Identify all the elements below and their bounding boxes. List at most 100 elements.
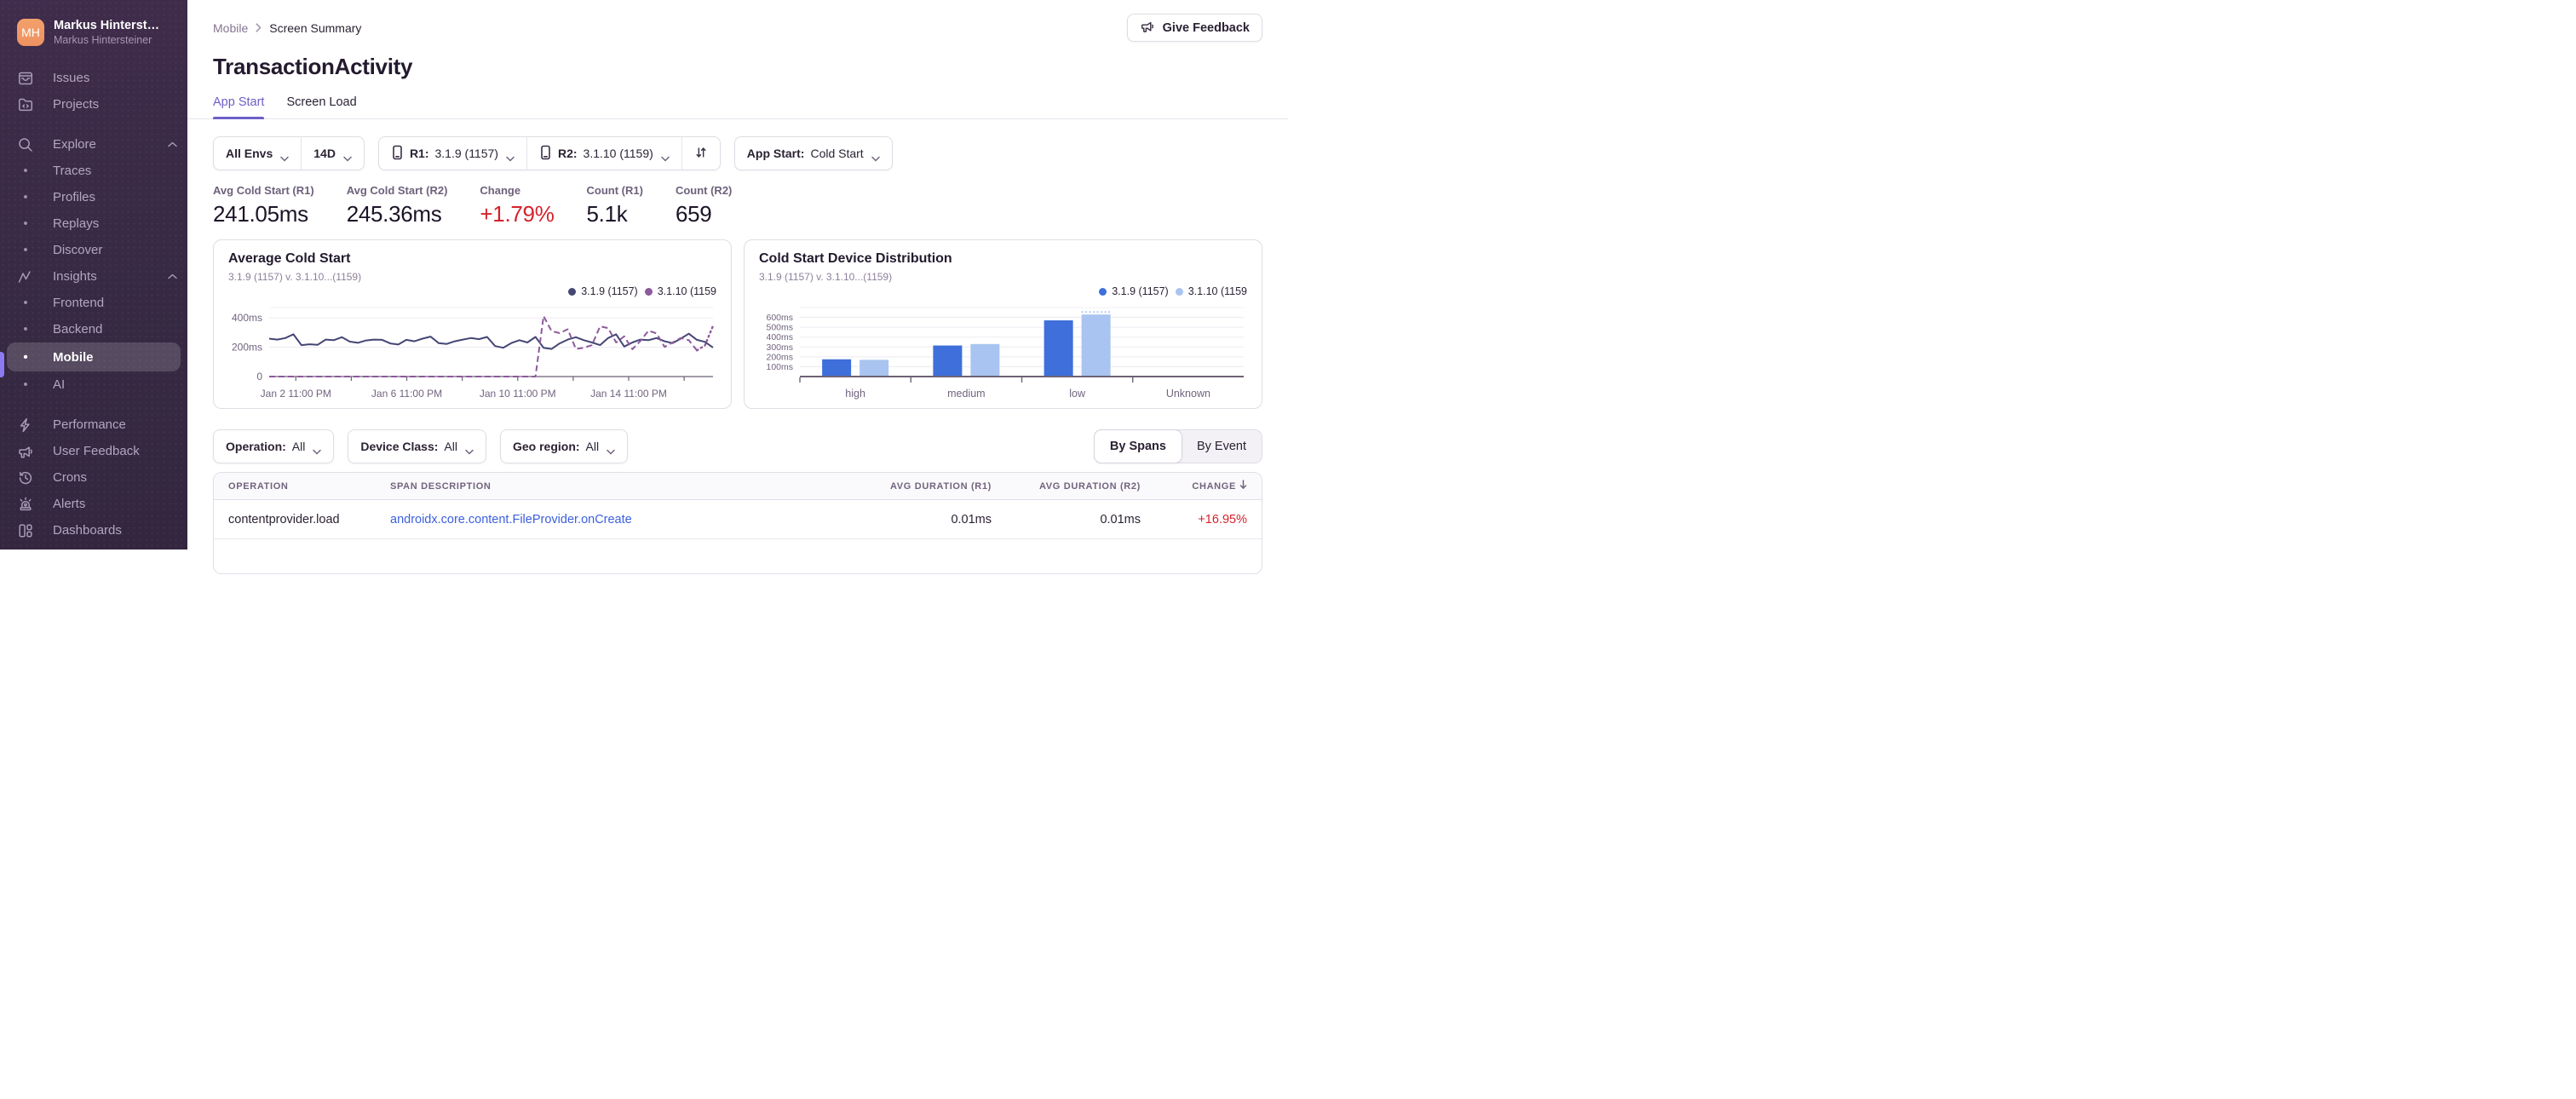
- operation-prefix: Operation:: [226, 440, 286, 453]
- sidebar-item-label: Projects: [53, 97, 100, 112]
- releases-icon: [17, 549, 34, 550]
- environment-filter-label: All Envs: [226, 147, 273, 160]
- cell-change: +16.95%: [1198, 512, 1247, 526]
- legend-dot: [1175, 287, 1183, 296]
- span-filter-bar: Operation: All Device Class: All Geo reg…: [213, 429, 1262, 463]
- sidebar-item-label: Alerts: [53, 497, 86, 511]
- environment-filter[interactable]: All Envs: [214, 137, 301, 170]
- tab-screen-load[interactable]: Screen Load: [286, 95, 356, 118]
- give-feedback-button[interactable]: Give Feedback: [1126, 14, 1262, 42]
- search-icon: [17, 136, 34, 153]
- active-nav-indicator: [0, 352, 4, 377]
- swap-releases-button[interactable]: [681, 137, 720, 170]
- page-title: TransactionActivity: [213, 54, 413, 79]
- org-switcher[interactable]: MH Markus Hinterst… Markus Hintersteiner: [0, 0, 187, 46]
- sidebar-item-releases[interactable]: Releases: [0, 544, 187, 550]
- svg-text:400ms: 400ms: [766, 332, 793, 342]
- sidebar-item-label: Issues: [53, 71, 90, 85]
- sidebar-item-replays[interactable]: • Replays: [0, 210, 187, 237]
- device-class-filter[interactable]: Device Class: All: [348, 430, 486, 463]
- folder-code-icon: [17, 96, 34, 113]
- stat-label: Count (R1): [586, 184, 643, 197]
- col-avg-duration-r2[interactable]: AVG DURATION (R2): [992, 481, 1141, 492]
- view-toggle: By Spans By Event: [1093, 429, 1262, 463]
- by-spans-toggle[interactable]: By Spans: [1093, 429, 1182, 463]
- stats-row: Avg Cold Start (R1) 241.05ms Avg Cold St…: [213, 184, 1262, 227]
- geo-region-filter-group: Geo region: All: [499, 429, 629, 463]
- user-name: Markus Hinterst…: [54, 19, 160, 32]
- sidebar-item-discover[interactable]: • Discover: [0, 237, 187, 263]
- stat-count-r1: Count (R1) 5.1k: [587, 184, 643, 227]
- legend-label: 3.1.9 (1157): [581, 285, 638, 297]
- date-range-filter[interactable]: 14D: [301, 137, 364, 170]
- stat-label: Avg Cold Start (R1): [213, 184, 314, 197]
- chevron-down-icon: [343, 151, 352, 162]
- avatar: MH: [17, 19, 44, 46]
- sidebar-item-alerts[interactable]: Alerts: [0, 491, 187, 517]
- svg-text:medium: medium: [947, 388, 985, 400]
- sidebar-item-label: Crons: [53, 470, 88, 485]
- legend-dot: [644, 287, 653, 296]
- app-window: MH Markus Hinterst… Markus Hintersteiner…: [0, 0, 1288, 574]
- svg-text:Jan 6 11:00 PM: Jan 6 11:00 PM: [371, 388, 442, 400]
- col-change[interactable]: CHANGE: [1141, 480, 1247, 492]
- app-start-type-filter-group: App Start: Cold Start: [733, 136, 893, 170]
- layout-grid-icon: [17, 522, 34, 539]
- sidebar-item-backend[interactable]: • Backend: [0, 316, 187, 342]
- sidebar-item-explore[interactable]: Explore: [0, 131, 187, 158]
- line-chart[interactable]: 400ms 200ms 0 Jan 2 11:00 PM Jan 6 11:00 PM J…: [228, 300, 718, 406]
- breadcrumb-parent[interactable]: Mobile: [213, 21, 248, 35]
- sidebar-item-label: Profiles: [53, 190, 96, 204]
- bar-chart[interactable]: 600ms500ms400ms300ms200ms100ms high medium…: [759, 300, 1249, 406]
- sidebar-item-label: Frontend: [53, 296, 105, 310]
- tab-app-start[interactable]: App Start: [213, 95, 265, 119]
- sidebar-item-insights[interactable]: Insights: [0, 263, 187, 290]
- env-period-filter-group: All Envs 14D: [213, 136, 365, 170]
- col-change-label: CHANGE: [1192, 480, 1236, 492]
- col-operation[interactable]: OPERATION: [228, 481, 390, 492]
- by-event-toggle[interactable]: By Event: [1182, 430, 1262, 463]
- mobile-phone-icon: [539, 145, 552, 163]
- legend-item-r2: 3.1.10 (1159: [1175, 285, 1247, 297]
- sidebar-item-profiles[interactable]: • Profiles: [0, 184, 187, 210]
- device-class-filter-group: Device Class: All: [348, 429, 486, 463]
- svg-text:500ms: 500ms: [766, 323, 793, 333]
- sidebar-item-user-feedback[interactable]: User Feedback: [0, 438, 187, 464]
- bullet-icon: •: [23, 164, 28, 178]
- sidebar-item-performance[interactable]: Performance: [0, 411, 187, 438]
- sidebar: MH Markus Hinterst… Markus Hintersteiner…: [0, 0, 187, 550]
- svg-text:Jan 14 11:00 PM: Jan 14 11:00 PM: [590, 388, 667, 400]
- release2-filter[interactable]: R2: 3.1.10 (1159): [526, 137, 681, 170]
- legend-item-r1: 3.1.9 (1157): [1099, 285, 1169, 297]
- stat-value: +1.79%: [480, 201, 555, 227]
- svg-text:low: low: [1069, 388, 1086, 400]
- col-avg-duration-r1[interactable]: AVG DURATION (R1): [821, 481, 992, 492]
- sidebar-item-traces[interactable]: • Traces: [0, 158, 187, 184]
- table-row: contentprovider.load androidx.core.conte…: [214, 500, 1262, 539]
- col-span-description[interactable]: SPAN DESCRIPTION: [390, 481, 821, 492]
- geo-region-value: All: [585, 440, 600, 453]
- sidebar-item-issues[interactable]: Issues: [0, 65, 187, 91]
- breadcrumb: Mobile Screen Summary: [213, 21, 361, 35]
- sidebar-item-projects[interactable]: Projects: [0, 91, 187, 118]
- sidebar-item-mobile[interactable]: • Mobile: [7, 342, 181, 371]
- sidebar-item-label: Dashboards: [53, 523, 122, 538]
- sidebar-item-dashboards[interactable]: Dashboards: [0, 517, 187, 544]
- svg-text:200ms: 200ms: [766, 352, 793, 362]
- cell-span-description-link[interactable]: androidx.core.content.FileProvider.onCre…: [390, 513, 821, 526]
- bullet-icon: •: [23, 322, 28, 337]
- release2-value: 3.1.10 (1159): [583, 147, 653, 160]
- avg-cold-start-chart-card: Average Cold Start 3.1.9 (1157) v. 3.1.1…: [213, 239, 732, 409]
- release1-prefix: R1:: [409, 147, 429, 160]
- sidebar-item-crons[interactable]: Crons: [0, 464, 187, 491]
- sidebar-item-frontend[interactable]: • Frontend: [0, 290, 187, 316]
- operation-filter[interactable]: Operation: All: [214, 430, 333, 463]
- app-start-type-filter[interactable]: App Start: Cold Start: [735, 137, 892, 170]
- sidebar-item-label: Explore: [53, 137, 96, 152]
- release1-filter[interactable]: R1: 3.1.9 (1157): [379, 137, 526, 170]
- legend-label: 3.1.10 (1159: [657, 285, 716, 297]
- sidebar-item-ai[interactable]: • AI: [0, 371, 187, 398]
- megaphone-icon: [17, 443, 34, 460]
- geo-region-filter[interactable]: Geo region: All: [501, 430, 627, 463]
- release2-prefix: R2:: [557, 147, 578, 160]
